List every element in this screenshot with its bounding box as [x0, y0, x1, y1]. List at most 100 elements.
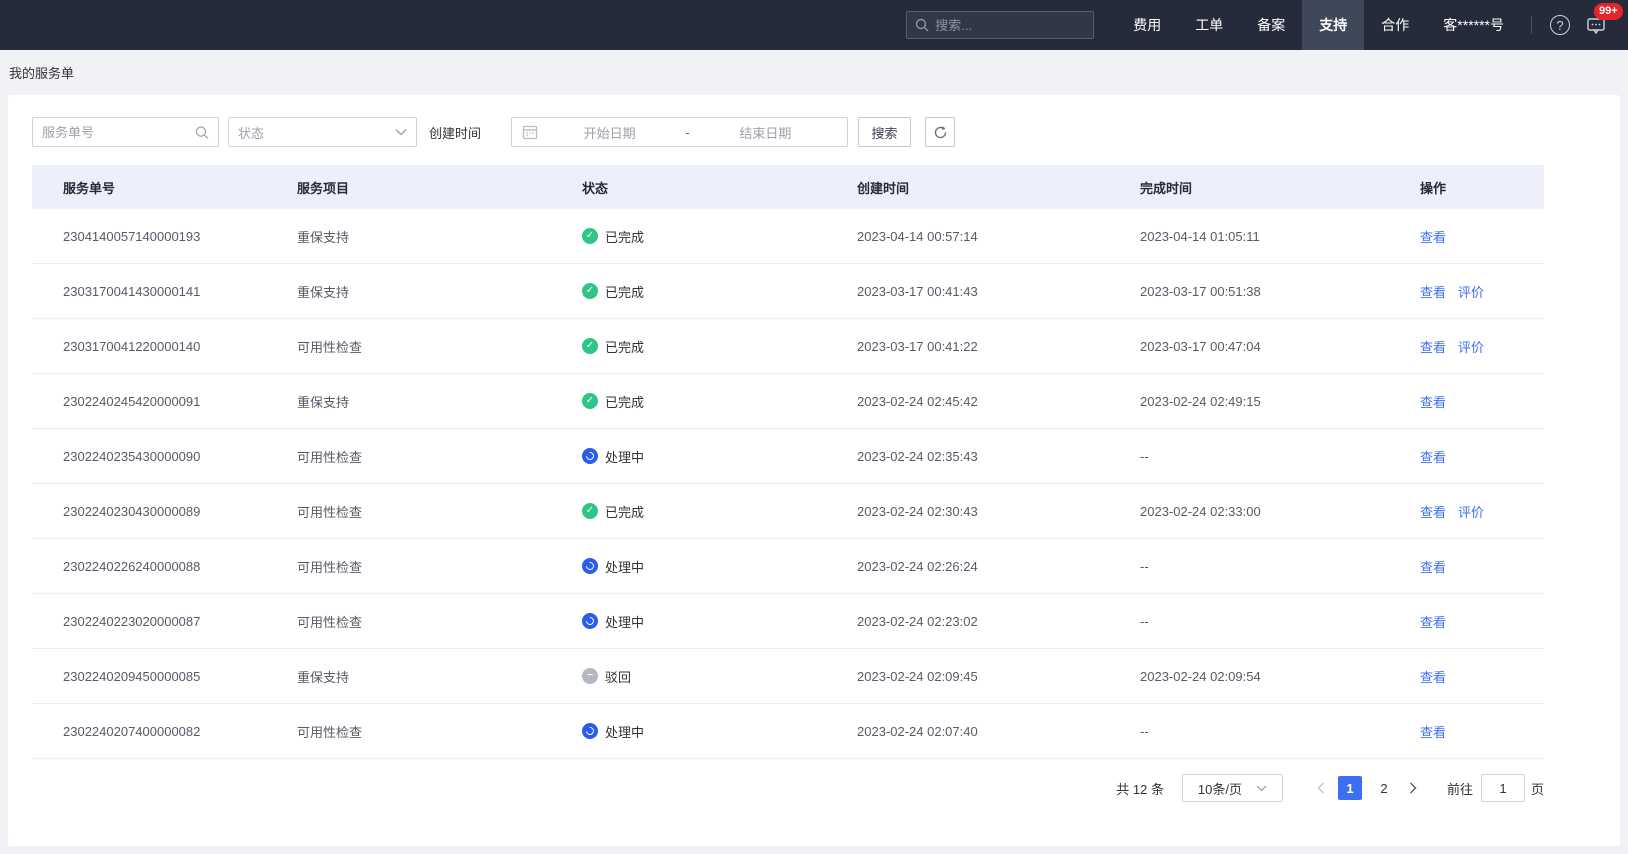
actions-cell: 查看评价 — [1420, 282, 1544, 301]
next-page-button[interactable] — [1401, 776, 1425, 800]
help-button[interactable]: ? — [1542, 0, 1578, 50]
created-time-cell: 2023-02-24 02:07:40 — [857, 724, 1140, 739]
actions-cell: 查看 — [1420, 557, 1544, 576]
page-button-1[interactable]: 1 — [1338, 776, 1362, 800]
status-badge: 处理中 — [582, 447, 857, 466]
rate-link[interactable]: 评价 — [1458, 340, 1484, 355]
rate-link[interactable]: 评价 — [1458, 505, 1484, 520]
status-cell: ✓已完成 — [582, 502, 857, 521]
view-link[interactable]: 查看 — [1420, 615, 1446, 630]
page-size-select[interactable]: 10条/页 — [1182, 774, 1283, 802]
status-label: 已完成 — [605, 337, 644, 356]
view-link[interactable]: 查看 — [1420, 450, 1446, 465]
status-label: 处理中 — [605, 447, 644, 466]
status-select[interactable]: 状态 — [228, 117, 417, 147]
service-item-cell: 重保支持 — [297, 227, 582, 246]
service-ticket-card: 状态 创建时间 开始日期 - 结束日期 搜索 — [8, 95, 1620, 846]
ticket-id-cell: 2302240230430000089 — [32, 504, 297, 519]
prev-page-button[interactable] — [1309, 776, 1333, 800]
view-link[interactable]: 查看 — [1420, 505, 1446, 520]
service-item-cell: 可用性检查 — [297, 722, 582, 741]
ticket-id-cell: 2302240245420000091 — [32, 394, 297, 409]
goto-page-input[interactable] — [1481, 774, 1525, 802]
filter-row: 状态 创建时间 开始日期 - 结束日期 搜索 — [32, 117, 1544, 147]
col-header-service: 服务项目 — [297, 178, 582, 197]
col-header-created: 创建时间 — [857, 178, 1140, 197]
refresh-button[interactable] — [925, 117, 955, 147]
created-time-cell: 2023-03-17 00:41:43 — [857, 284, 1140, 299]
status-rejected-icon: − — [582, 668, 598, 684]
service-item-cell: 可用性检查 — [297, 502, 582, 521]
ticket-id-cell: 2304140057140000193 — [32, 229, 297, 244]
status-select-value: 状态 — [238, 123, 264, 142]
end-date-placeholder[interactable]: 结束日期 — [694, 123, 837, 142]
status-label: 已完成 — [605, 282, 644, 301]
view-link[interactable]: 查看 — [1420, 670, 1446, 685]
view-link[interactable]: 查看 — [1420, 725, 1446, 740]
status-label: 驳回 — [605, 667, 631, 686]
status-cell: ✓已完成 — [582, 337, 857, 356]
status-badge: ✓ 已完成 — [582, 282, 857, 301]
nav-item-account[interactable]: 客******号 — [1426, 0, 1521, 50]
status-done-icon: ✓ — [582, 283, 598, 299]
status-badge: 处理中 — [582, 612, 857, 631]
nav-item-partner[interactable]: 合作 — [1364, 0, 1426, 50]
start-date-placeholder[interactable]: 开始日期 — [538, 123, 681, 142]
created-time-cell: 2023-02-24 02:26:24 — [857, 559, 1140, 574]
status-done-icon: ✓ — [582, 393, 598, 409]
messages-button[interactable]: 99+ — [1578, 0, 1614, 50]
table-row: 2302240226240000088可用性检查处理中2023-02-24 02… — [32, 539, 1544, 594]
view-link[interactable]: 查看 — [1420, 560, 1446, 575]
ticket-number-box[interactable] — [32, 117, 219, 147]
nav-item-billing[interactable]: 费用 — [1116, 0, 1178, 50]
finished-time-cell: 2023-03-17 00:47:04 — [1140, 339, 1420, 354]
service-item-cell: 可用性检查 — [297, 612, 582, 631]
page-title: 我的服务单 — [0, 50, 1628, 95]
page-button-2[interactable]: 2 — [1372, 776, 1396, 800]
ticket-id-cell: 2302240235430000090 — [32, 449, 297, 464]
help-icon: ? — [1550, 15, 1570, 35]
status-processing-icon — [582, 558, 598, 574]
table-row: 2302240223020000087可用性检查处理中2023-02-24 02… — [32, 594, 1544, 649]
created-time-cell: 2023-02-24 02:35:43 — [857, 449, 1140, 464]
status-cell: 处理中 — [582, 447, 857, 466]
finished-time-cell: -- — [1140, 614, 1420, 629]
nav-item-tickets[interactable]: 工单 — [1178, 0, 1240, 50]
search-button[interactable]: 搜索 — [858, 117, 911, 147]
actions-cell: 查看 — [1420, 612, 1544, 631]
status-label: 已完成 — [605, 392, 644, 411]
table-row: 2302240235430000090可用性检查处理中2023-02-24 02… — [32, 429, 1544, 484]
ticket-id-cell: 2303170041220000140 — [32, 339, 297, 354]
rate-link[interactable]: 评价 — [1458, 285, 1484, 300]
actions-cell: 查看 — [1420, 227, 1544, 246]
nav-item-filing[interactable]: 备案 — [1240, 0, 1302, 50]
processing-ring — [584, 560, 595, 571]
nav-item-support[interactable]: 支持 — [1302, 0, 1364, 50]
global-search-box[interactable] — [906, 11, 1094, 39]
created-time-label: 创建时间 — [429, 123, 481, 142]
actions-cell: 查看 — [1420, 392, 1544, 411]
finished-time-cell: 2023-04-14 01:05:11 — [1140, 229, 1420, 244]
message-count-badge: 99+ — [1594, 3, 1623, 20]
service-item-cell: 可用性检查 — [297, 337, 582, 356]
view-link[interactable]: 查看 — [1420, 285, 1446, 300]
global-search-input[interactable] — [935, 18, 1085, 33]
ticket-number-input[interactable] — [42, 125, 195, 140]
view-link[interactable]: 查看 — [1420, 230, 1446, 245]
service-item-cell: 重保支持 — [297, 392, 582, 411]
pagination: 共 12 条 10条/页 1 2 前往 页 — [32, 774, 1544, 802]
actions-cell: 查看 — [1420, 667, 1544, 686]
created-time-cell: 2023-02-24 02:45:42 — [857, 394, 1140, 409]
created-time-cell: 2023-02-24 02:09:45 — [857, 669, 1140, 684]
chevron-left-icon — [1317, 782, 1325, 794]
service-item-cell: 可用性检查 — [297, 557, 582, 576]
status-processing-icon — [582, 448, 598, 464]
view-link[interactable]: 查看 — [1420, 395, 1446, 410]
status-processing-icon — [582, 613, 598, 629]
col-header-actions: 操作 — [1420, 178, 1544, 197]
status-badge: −驳回 — [582, 667, 857, 686]
date-range-picker[interactable]: 开始日期 - 结束日期 — [511, 117, 848, 147]
table-row: 2302240209450000085重保支持−驳回2023-02-24 02:… — [32, 649, 1544, 704]
status-badge: ✓已完成 — [582, 337, 857, 356]
view-link[interactable]: 查看 — [1420, 340, 1446, 355]
